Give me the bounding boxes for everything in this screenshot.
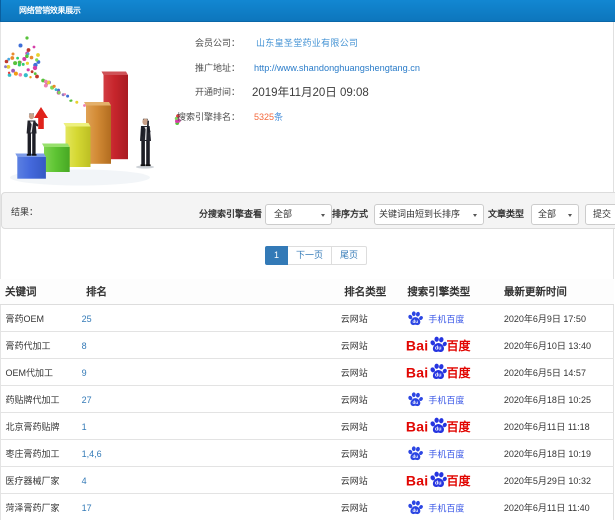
svg-text:du: du [435, 426, 442, 432]
svg-text:du: du [435, 372, 442, 378]
svg-text:du: du [413, 399, 419, 404]
svg-text:du: du [413, 453, 419, 458]
svg-text:du: du [413, 507, 419, 512]
svg-text:du: du [435, 345, 442, 351]
svg-text:du: du [435, 480, 442, 486]
svg-text:du: du [413, 318, 419, 323]
